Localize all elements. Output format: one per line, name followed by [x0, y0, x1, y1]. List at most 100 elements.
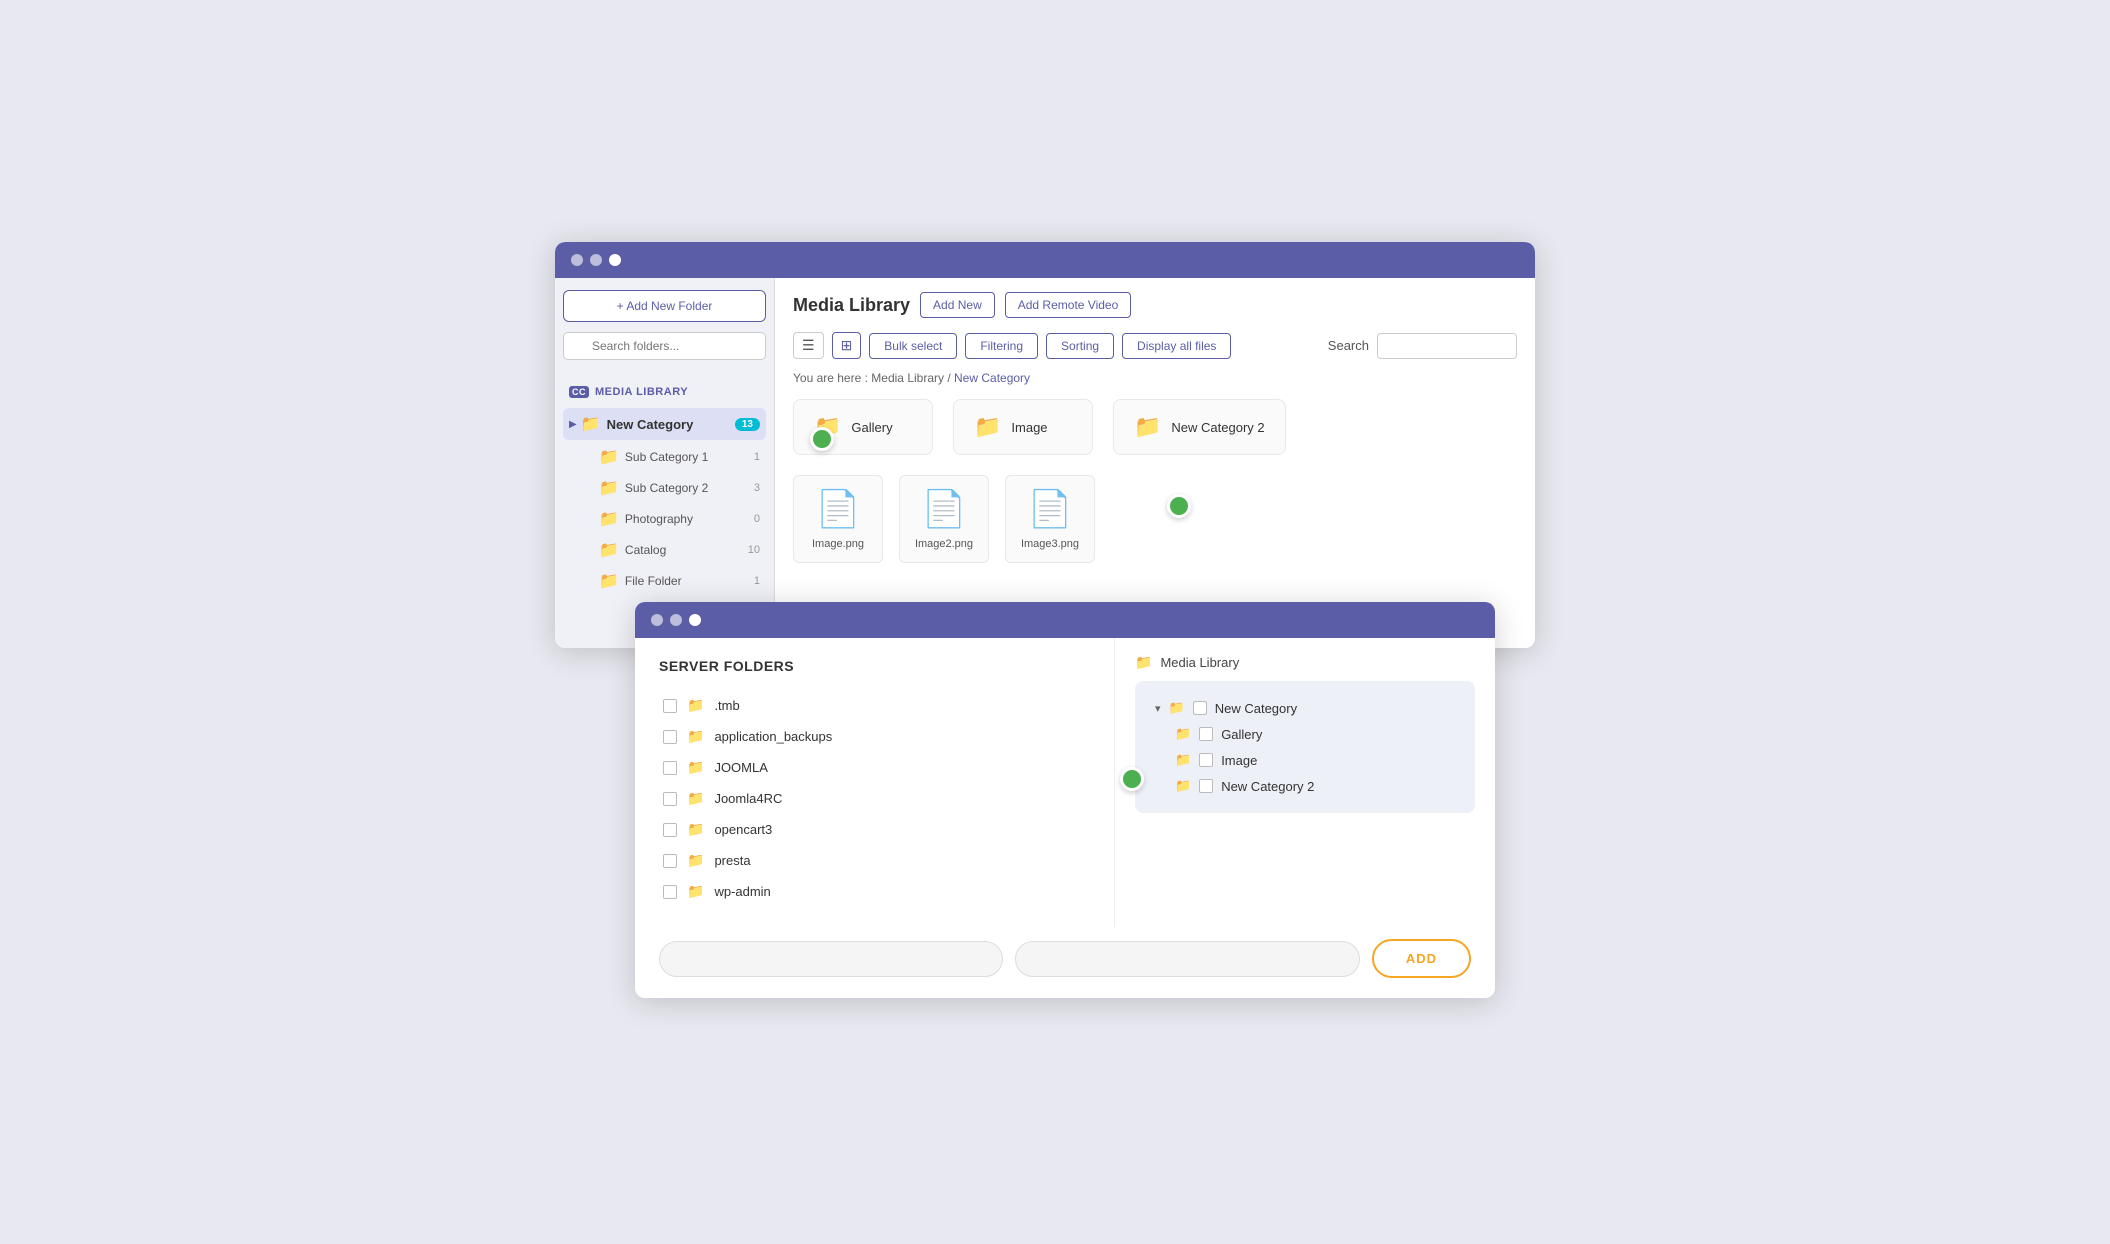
- content-title: Media Library: [793, 295, 910, 316]
- tree-checkbox[interactable]: [1199, 779, 1213, 793]
- titlebar-dot-1: [571, 254, 583, 266]
- server-item-presta[interactable]: 📁 presta: [659, 845, 1090, 876]
- server-item-tmb[interactable]: 📁 .tmb: [659, 690, 1090, 721]
- server-checkbox[interactable]: [663, 730, 677, 744]
- add-input[interactable]: [659, 941, 1003, 977]
- add-bar: ADD: [635, 927, 1495, 998]
- subfolder-count: 10: [745, 544, 760, 556]
- server-window: SERVER FOLDERS 📁 .tmb 📁 application_back…: [635, 602, 1495, 998]
- search-input[interactable]: [1377, 333, 1517, 359]
- media-lib-folder-icon: 📁: [1135, 654, 1152, 671]
- window-body: + Add New Folder 🔍 CC MEDIA LIBRARY ▶ 📁 …: [555, 278, 1535, 648]
- server-folder-name: wp-admin: [714, 884, 770, 899]
- server-folder-icon: 📁: [687, 852, 704, 869]
- sorting-button[interactable]: Sorting: [1046, 333, 1114, 359]
- main-window: + Add New Folder 🔍 CC MEDIA LIBRARY ▶ 📁 …: [555, 242, 1535, 648]
- display-all-button[interactable]: Display all files: [1122, 333, 1231, 359]
- server-checkbox[interactable]: [663, 823, 677, 837]
- breadcrumb: You are here : Media Library / New Categ…: [793, 371, 1517, 385]
- server-folder-icon: 📁: [687, 728, 704, 745]
- file-card-image1[interactable]: 📄 Image.png: [793, 475, 883, 563]
- server-folders-title: SERVER FOLDERS: [659, 658, 1090, 674]
- search-folders-input[interactable]: [563, 332, 766, 360]
- file-name: Image3.png: [1021, 538, 1079, 550]
- media-library-row: 📁 Media Library: [1135, 654, 1475, 671]
- tree-item-name: Image: [1221, 753, 1257, 768]
- list-view-button[interactable]: ☰: [793, 332, 824, 359]
- tree-item-gallery[interactable]: 📁 Gallery: [1151, 721, 1459, 747]
- tree-root-name: New Category: [1215, 701, 1297, 716]
- folder-card-name: Gallery: [851, 420, 892, 435]
- tree-checkbox[interactable]: [1199, 727, 1213, 741]
- subfolder-icon: 📁: [599, 540, 619, 560]
- subfolder-photography[interactable]: 📁 Photography 0: [593, 504, 766, 534]
- subfolder-icon: 📁: [599, 447, 619, 467]
- chevron-right-icon: ▶: [569, 419, 577, 430]
- tree-item-image[interactable]: 📁 Image: [1151, 747, 1459, 773]
- server-item-joomla[interactable]: 📁 JOOMLA: [659, 752, 1090, 783]
- grid-view-button[interactable]: ⊞: [832, 332, 862, 359]
- sidebar: + Add New Folder 🔍 CC MEDIA LIBRARY ▶ 📁 …: [555, 278, 775, 648]
- subfolder-list: 📁 Sub Category 1 1 📁 Sub Category 2 3 📁 …: [563, 442, 766, 596]
- add-button[interactable]: ADD: [1372, 939, 1471, 978]
- subfolder-name: Sub Category 1: [625, 450, 745, 464]
- folder-card-new-category-2[interactable]: 📁 New Category 2: [1113, 399, 1286, 455]
- tree-item-new-category-2[interactable]: 📁 New Category 2: [1151, 773, 1459, 799]
- subfolder-name: Sub Category 2: [625, 481, 745, 495]
- subfolder-icon: 📁: [599, 571, 619, 591]
- server-folder-name: JOOMLA: [714, 760, 767, 775]
- breadcrumb-prefix: You are here :: [793, 371, 868, 385]
- titlebar-dot-2: [670, 614, 682, 626]
- tree-checkbox[interactable]: [1199, 753, 1213, 767]
- folder-badge: 13: [735, 418, 760, 431]
- subfolder-count: 3: [745, 482, 760, 494]
- server-checkbox[interactable]: [663, 885, 677, 899]
- server-folder-icon: 📁: [687, 883, 704, 900]
- subfolder-count: 0: [745, 513, 760, 525]
- server-checkbox[interactable]: [663, 761, 677, 775]
- bulk-select-button[interactable]: Bulk select: [869, 333, 957, 359]
- subfolder-icon: 📁: [599, 509, 619, 529]
- add-input-2[interactable]: [1015, 941, 1359, 977]
- green-dot-3: [1120, 767, 1144, 791]
- server-folder-icon: 📁: [687, 821, 704, 838]
- tree-folder-icon: 📁: [1175, 778, 1191, 794]
- tree-item-name: Gallery: [1221, 727, 1262, 742]
- server-folder-icon: 📁: [687, 790, 704, 807]
- new-category-folder[interactable]: ▶ 📁 New Category 13: [563, 408, 766, 440]
- filtering-button[interactable]: Filtering: [965, 333, 1038, 359]
- subfolder-icon: 📁: [599, 478, 619, 498]
- titlebar-dot-2: [590, 254, 602, 266]
- server-checkbox[interactable]: [663, 854, 677, 868]
- file-name: Image.png: [812, 538, 864, 550]
- subfolder-sub-category-2[interactable]: 📁 Sub Category 2 3: [593, 473, 766, 503]
- subfolder-file-folder[interactable]: 📁 File Folder 1: [593, 566, 766, 596]
- add-new-button[interactable]: Add New: [920, 292, 995, 318]
- tree-checkbox[interactable]: [1193, 701, 1207, 715]
- green-dot-1: [810, 427, 834, 451]
- file-card-image2[interactable]: 📄 Image2.png: [899, 475, 989, 563]
- add-folder-button[interactable]: + Add New Folder: [563, 290, 766, 322]
- server-folder-name: application_backups: [714, 729, 832, 744]
- subfolder-name: Catalog: [625, 543, 745, 557]
- titlebar-dot-3: [609, 254, 621, 266]
- content-header: Media Library Add New Add Remote Video: [793, 292, 1517, 318]
- titlebar-dot-1: [651, 614, 663, 626]
- tree-root-item[interactable]: ▾ 📁 New Category: [1151, 695, 1459, 721]
- server-item-wp-admin[interactable]: 📁 wp-admin: [659, 876, 1090, 907]
- server-item-joomla4rc[interactable]: 📁 Joomla4RC: [659, 783, 1090, 814]
- subfolder-name: File Folder: [625, 574, 745, 588]
- server-folder-name: .tmb: [714, 698, 739, 713]
- breadcrumb-library[interactable]: Media Library: [871, 371, 944, 385]
- server-checkbox[interactable]: [663, 699, 677, 713]
- folder-card-icon: 📁: [1134, 414, 1161, 440]
- folder-card-name: New Category 2: [1171, 420, 1264, 435]
- server-checkbox[interactable]: [663, 792, 677, 806]
- server-item-app-backups[interactable]: 📁 application_backups: [659, 721, 1090, 752]
- subfolder-sub-category-1[interactable]: 📁 Sub Category 1 1: [593, 442, 766, 472]
- server-item-opencart3[interactable]: 📁 opencart3: [659, 814, 1090, 845]
- subfolder-catalog[interactable]: 📁 Catalog 10: [593, 535, 766, 565]
- file-card-image3[interactable]: 📄 Image3.png: [1005, 475, 1095, 563]
- add-remote-video-button[interactable]: Add Remote Video: [1005, 292, 1132, 318]
- folder-card-image[interactable]: 📁 Image: [953, 399, 1093, 455]
